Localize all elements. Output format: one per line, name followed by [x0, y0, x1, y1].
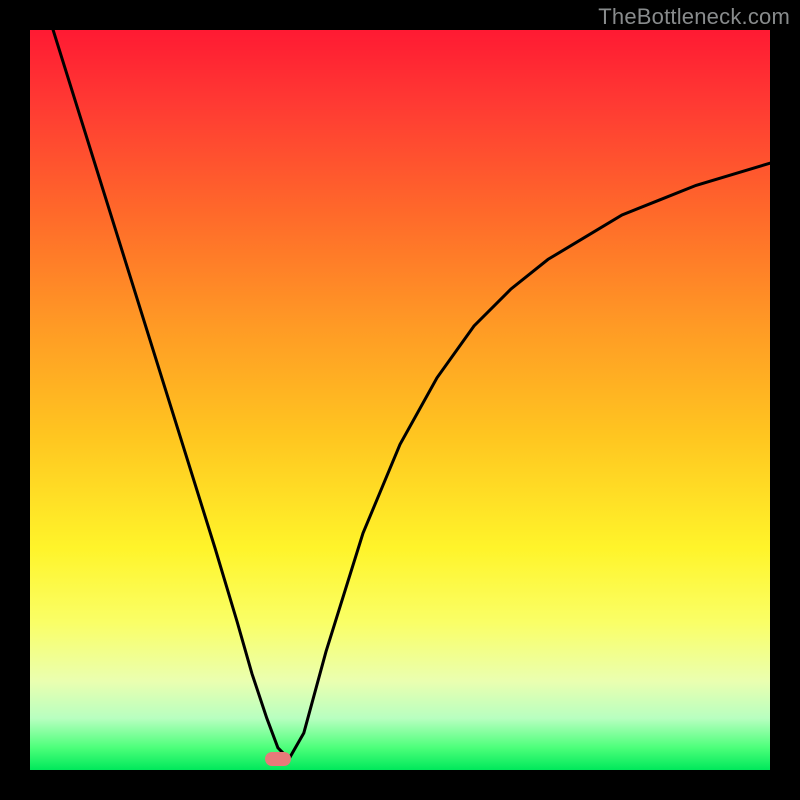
optimum-marker — [265, 752, 291, 766]
watermark-text: TheBottleneck.com — [598, 4, 790, 30]
bottleneck-curve — [30, 30, 770, 770]
chart-frame: TheBottleneck.com — [0, 0, 800, 800]
curve-path — [30, 0, 770, 759]
